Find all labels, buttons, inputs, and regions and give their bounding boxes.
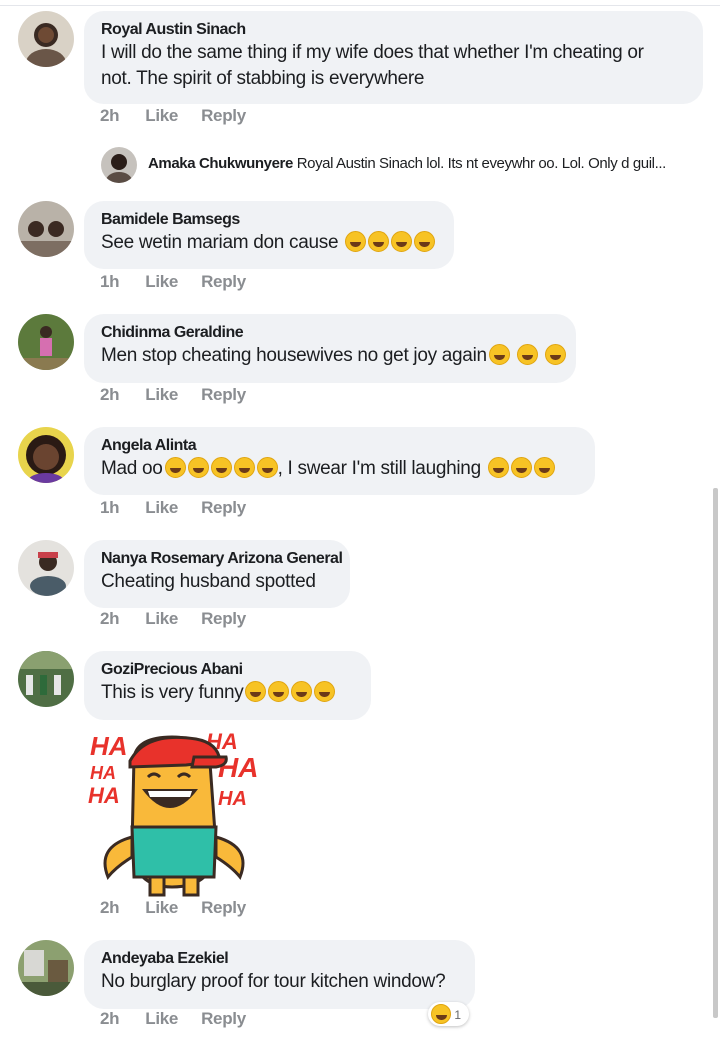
sticker-haha-text: HA bbox=[90, 731, 128, 761]
haha-reaction-icon bbox=[431, 1004, 451, 1024]
reply-button[interactable]: Reply bbox=[201, 898, 246, 918]
reply-button[interactable]: Reply bbox=[201, 498, 246, 518]
comment-text-line: Men stop cheating housewives no get joy … bbox=[101, 343, 566, 369]
laughing-emoji bbox=[487, 457, 509, 478]
avatar[interactable] bbox=[18, 201, 74, 257]
reply-text-line: Amaka Chukwunyere Royal Austin Sinach lo… bbox=[148, 155, 666, 172]
avatar[interactable] bbox=[18, 651, 74, 707]
avatar[interactable] bbox=[18, 427, 74, 483]
comment-actions: 2h Like Reply bbox=[100, 609, 246, 629]
grinning-sweat-emoji bbox=[210, 457, 232, 478]
tears-of-joy-emoji bbox=[414, 231, 436, 252]
smirking-emoji bbox=[516, 344, 538, 365]
comment-bubble: Royal Austin Sinach I will do the same t… bbox=[84, 11, 703, 104]
tears-of-joy-emoji bbox=[164, 457, 186, 478]
comment-text: I will do the same thing if my wife does… bbox=[101, 42, 644, 63]
comment-bubble: Angela Alinta Mad oo , I swear I'm still … bbox=[84, 427, 595, 495]
avatar[interactable] bbox=[18, 940, 74, 996]
grinning-sweat-emoji bbox=[391, 231, 413, 252]
smirking-emoji bbox=[544, 344, 566, 365]
comment-timestamp[interactable]: 2h bbox=[100, 385, 120, 405]
laughing-sticker[interactable]: HA HA HA HA HA HA bbox=[86, 727, 258, 897]
rolling-laughing-emoji bbox=[314, 681, 336, 702]
reply-button[interactable]: Reply bbox=[201, 385, 246, 405]
comment-text: This is very funny bbox=[101, 682, 244, 703]
comment-author[interactable]: Andeyaba Ezekiel bbox=[101, 949, 457, 969]
reply-avatar[interactable] bbox=[101, 147, 137, 183]
laughing-emoji bbox=[533, 457, 555, 478]
top-divider bbox=[0, 5, 720, 6]
comment-bubble: Nanya Rosemary Arizona General Cheating … bbox=[84, 540, 350, 608]
comment-text: No burglary proof for tour kitchen windo… bbox=[101, 971, 446, 992]
like-button[interactable]: Like bbox=[145, 609, 178, 629]
grinning-sweat-emoji bbox=[256, 457, 278, 478]
comment-author[interactable]: Angela Alinta bbox=[101, 436, 577, 456]
grinning-sweat-emoji bbox=[345, 231, 367, 252]
like-button[interactable]: Like bbox=[145, 272, 178, 292]
avatar[interactable] bbox=[18, 540, 74, 596]
like-button[interactable]: Like bbox=[145, 898, 178, 918]
comment-bubble: GoziPrecious Abani This is very funny bbox=[84, 651, 371, 720]
comment-actions: 2h Like Reply bbox=[100, 898, 246, 918]
tears-of-joy-emoji bbox=[368, 231, 390, 252]
comment-text-line: See wetin mariam don cause bbox=[101, 230, 436, 256]
comment-text: Mad oo bbox=[101, 458, 163, 479]
avatar[interactable] bbox=[18, 314, 74, 370]
comment-timestamp[interactable]: 2h bbox=[100, 609, 120, 629]
comment-text: Cheating husband spotted bbox=[101, 571, 316, 592]
comment-bubble: Bamidele Bamsegs See wetin mariam don ca… bbox=[84, 201, 454, 269]
comment-text: Men stop cheating housewives no get joy … bbox=[101, 345, 487, 366]
reaction-count[interactable]: 1 bbox=[428, 1002, 470, 1026]
comment-author[interactable]: Royal Austin Sinach bbox=[101, 20, 685, 40]
comment-actions: 2h Like Reply bbox=[100, 1009, 246, 1029]
comment-text-line: This is very funny bbox=[101, 680, 353, 706]
avatar[interactable] bbox=[18, 11, 74, 67]
sticker-haha-text: HA bbox=[90, 763, 116, 783]
like-button[interactable]: Like bbox=[145, 385, 178, 405]
comment-timestamp[interactable]: 2h bbox=[100, 1009, 120, 1029]
comment-text-after: , I swear I'm still laughing bbox=[277, 458, 482, 479]
comment-author[interactable]: GoziPrecious Abani bbox=[101, 660, 353, 680]
tears-of-joy-emoji bbox=[187, 457, 209, 478]
comment-author[interactable]: Nanya Rosemary Arizona General bbox=[101, 549, 343, 569]
rolling-laughing-emoji bbox=[291, 681, 313, 702]
comment-timestamp[interactable]: 2h bbox=[100, 106, 120, 126]
laughing-emoji bbox=[510, 457, 532, 478]
comment-author[interactable]: Bamidele Bamsegs bbox=[101, 210, 436, 230]
comment-timestamp[interactable]: 2h bbox=[100, 898, 120, 918]
comment-text-line: Mad oo , I swear I'm still laughing bbox=[101, 456, 577, 482]
reply-button[interactable]: Reply bbox=[201, 1009, 246, 1029]
reply-preview[interactable]: Amaka Chukwunyere Royal Austin Sinach lo… bbox=[101, 147, 711, 183]
comment-timestamp[interactable]: 1h bbox=[100, 498, 120, 518]
comment-actions: 1h Like Reply bbox=[100, 272, 246, 292]
comment-timestamp[interactable]: 1h bbox=[100, 272, 120, 292]
comment-text: See wetin mariam don cause bbox=[101, 232, 339, 253]
comment-actions: 2h Like Reply bbox=[100, 385, 246, 405]
sticker-haha-text: HA bbox=[88, 783, 120, 808]
comment-actions: 2h Like Reply bbox=[100, 106, 246, 126]
reaction-number: 1 bbox=[454, 1008, 462, 1022]
like-button[interactable]: Like bbox=[145, 106, 178, 126]
comment-bubble: Andeyaba Ezekiel No burglary proof for t… bbox=[84, 940, 475, 1009]
like-button[interactable]: Like bbox=[145, 1009, 178, 1029]
sticker-haha-text: HA bbox=[218, 788, 247, 810]
comment-actions: 1h Like Reply bbox=[100, 498, 246, 518]
reply-button[interactable]: Reply bbox=[201, 609, 246, 629]
reply-button[interactable]: Reply bbox=[201, 272, 246, 292]
rolling-laughing-emoji bbox=[268, 681, 290, 702]
rolling-laughing-emoji bbox=[245, 681, 267, 702]
reply-button[interactable]: Reply bbox=[201, 106, 246, 126]
smirking-emoji bbox=[488, 344, 510, 365]
comment-author[interactable]: Chidinma Geraldine bbox=[101, 323, 558, 343]
comment-text-line2: not. The spirit of stabbing is everywher… bbox=[101, 68, 425, 89]
comment-bubble: Chidinma Geraldine Men stop cheating hou… bbox=[84, 314, 576, 383]
like-button[interactable]: Like bbox=[145, 498, 178, 518]
reply-author[interactable]: Amaka Chukwunyere bbox=[148, 155, 293, 172]
reply-text: Royal Austin Sinach lol. Its nt eveywhr … bbox=[296, 155, 667, 172]
tears-of-joy-emoji bbox=[233, 457, 255, 478]
scrollbar[interactable] bbox=[713, 488, 718, 1018]
